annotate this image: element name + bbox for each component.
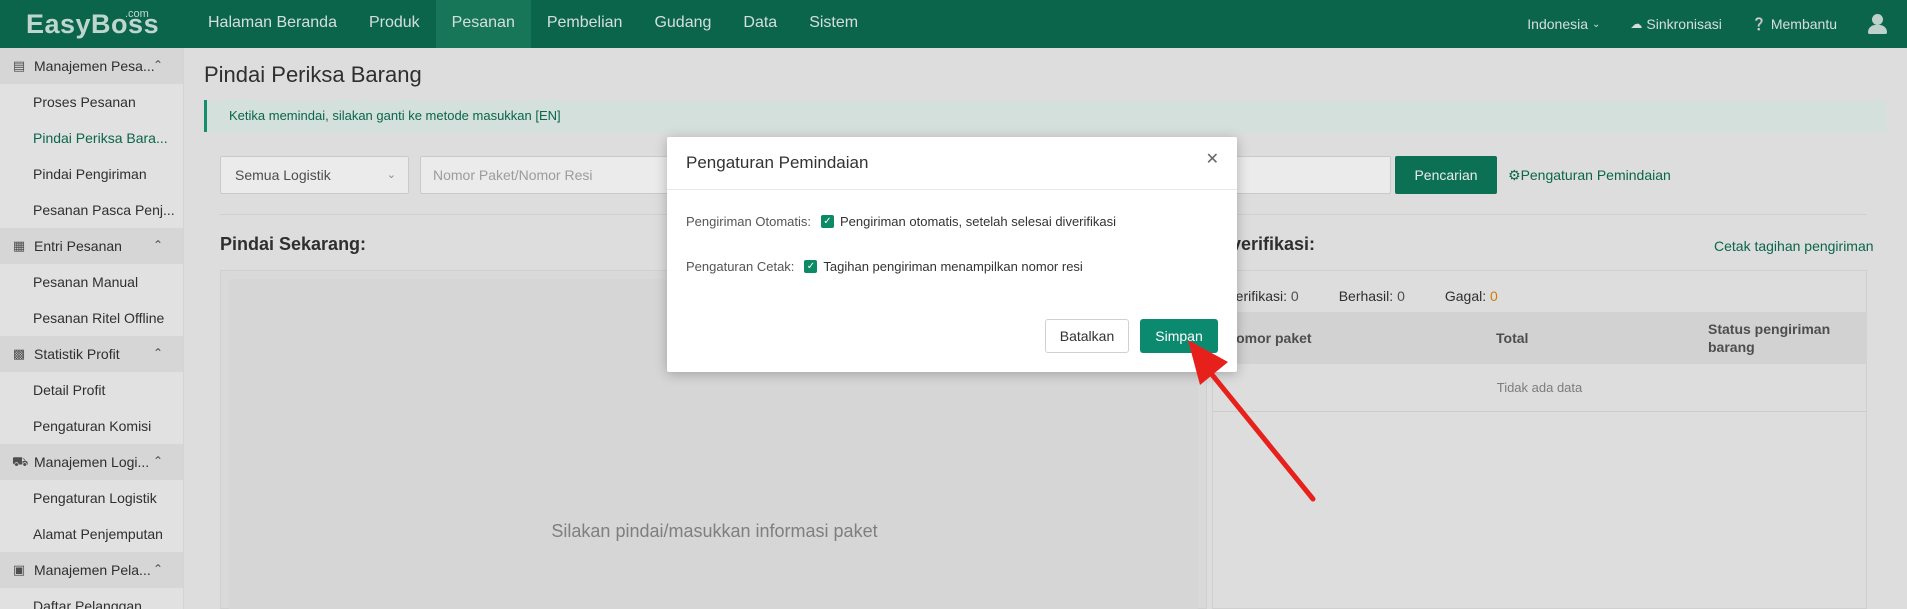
auto-shipping-text[interactable]: Pengiriman otomatis, setelah selesai div…	[840, 214, 1116, 229]
print-settings-label: Pengaturan Cetak:	[686, 259, 795, 274]
print-settings-checkbox[interactable]: ✓	[804, 260, 818, 273]
modal-title: Pengaturan Pemindaian	[686, 153, 869, 172]
auto-shipping-label: Pengiriman Otomatis:	[686, 214, 811, 229]
print-settings-text[interactable]: Tagihan pengiriman menampilkan nomor res…	[823, 259, 1082, 274]
modal-divider	[667, 189, 1237, 190]
close-icon[interactable]: ✕	[1206, 149, 1219, 169]
save-button[interactable]: Simpan	[1140, 319, 1218, 353]
cancel-button[interactable]: Batalkan	[1045, 319, 1129, 353]
auto-shipping-checkbox[interactable]: ✓	[821, 215, 834, 228]
scan-settings-modal: Pengaturan Pemindaian ✕ Pengiriman Otoma…	[667, 137, 1237, 372]
auto-shipping-row: Pengiriman Otomatis: ✓ Pengiriman otomat…	[686, 214, 1116, 229]
print-settings-row: Pengaturan Cetak: ✓ Tagihan pengiriman m…	[686, 259, 1083, 274]
